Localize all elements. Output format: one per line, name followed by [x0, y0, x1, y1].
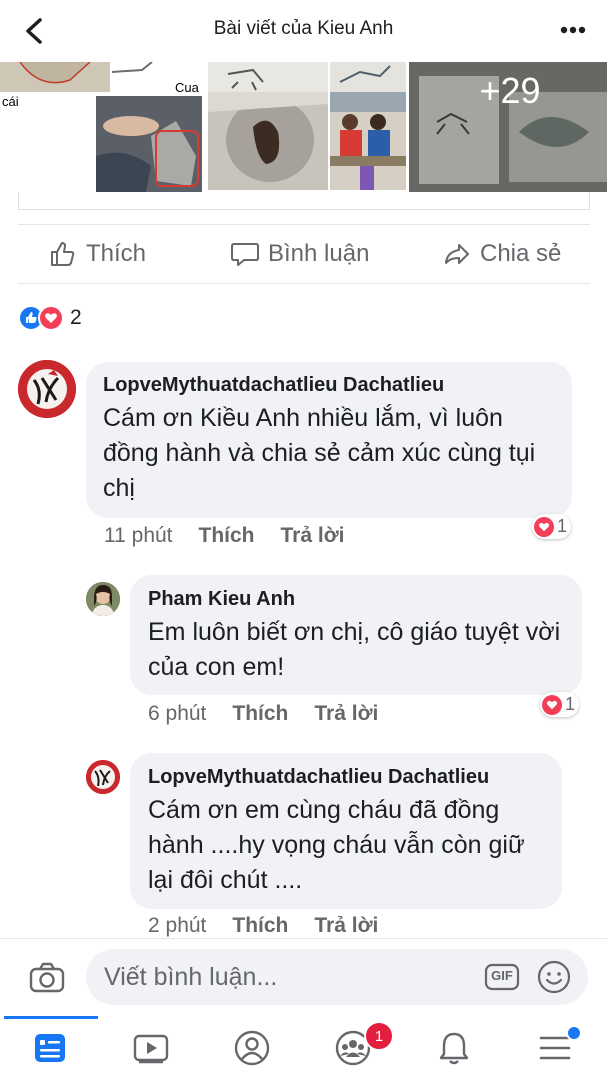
- reaction-count: 2: [70, 306, 82, 329]
- love-icon: [38, 305, 64, 331]
- camera-button[interactable]: [28, 959, 66, 997]
- comment-time: 2 phút: [148, 914, 207, 937]
- share-button[interactable]: Chia sẻ: [442, 225, 561, 283]
- comment-reply-button[interactable]: Trả lời: [314, 914, 378, 938]
- post-action-bar: Thích Bình luận Chia sẻ: [18, 224, 590, 284]
- bell-icon: [439, 1032, 469, 1065]
- comment-reaction-count: 1: [565, 694, 576, 714]
- love-icon: [534, 516, 554, 537]
- comment-author[interactable]: LopveMythuatdachatlieu Dachatlieu: [148, 766, 546, 789]
- sticker-button[interactable]: [536, 959, 572, 995]
- comment-author[interactable]: Pham Kieu Anh: [148, 588, 566, 611]
- bottom-tab-bar: [0, 1016, 607, 1080]
- gif-button[interactable]: GIF: [484, 963, 520, 991]
- gif-label: GIF: [491, 968, 513, 983]
- avatar[interactable]: [18, 360, 76, 418]
- news-feed-icon: [35, 1034, 65, 1062]
- top-bar: Bài viết của Kieu Anh: [0, 0, 607, 62]
- more-horizontal-icon: [560, 26, 586, 34]
- comment-reply-button[interactable]: Trả lời: [281, 524, 345, 548]
- notification-badge: 1: [364, 1021, 394, 1051]
- comment-reply-button[interactable]: Trả lời: [314, 702, 378, 726]
- comment-button[interactable]: Bình luận: [230, 225, 369, 283]
- comment-bubble-icon: [231, 243, 259, 266]
- post-photo[interactable]: [208, 62, 328, 92]
- thumbs-up-icon: [51, 242, 75, 266]
- post-photo[interactable]: [96, 96, 202, 192]
- post-photo[interactable]: [208, 92, 328, 190]
- comment-reaction-count: 1: [557, 516, 568, 536]
- comment-like-button[interactable]: Thích: [232, 914, 288, 938]
- photo-caption: Cua: [175, 80, 199, 95]
- comment-like-button[interactable]: Thích: [232, 702, 288, 726]
- like-label: Thích: [86, 240, 147, 267]
- post-photo[interactable]: [330, 62, 406, 92]
- like-button[interactable]: Thích: [48, 225, 146, 283]
- comment-meta: 2 phút Thích Trả lời: [148, 914, 404, 938]
- comment-meta: 6 phút Thích Trả lời: [148, 702, 404, 726]
- love-icon: [542, 694, 562, 715]
- tab-profile[interactable]: [202, 1016, 302, 1080]
- page-title: Bài viết của Kieu Anh: [213, 18, 394, 39]
- comment-reaction-badge[interactable]: 1: [540, 692, 580, 717]
- avatar[interactable]: [86, 760, 120, 794]
- share-arrow-icon: [445, 244, 469, 264]
- watch-icon: [133, 1034, 169, 1064]
- tab-watch[interactable]: [101, 1016, 201, 1080]
- tab-news-feed[interactable]: [0, 1016, 100, 1080]
- comment-author[interactable]: LopveMythuatdachatlieu Dachatlieu: [103, 374, 556, 397]
- comment-bubble[interactable]: LopveMythuatdachatlieu Dachatlieu Cám ơn…: [86, 362, 572, 518]
- comment-time: 6 phút: [148, 702, 207, 725]
- smiley-icon: [537, 960, 571, 994]
- tab-notifications[interactable]: [404, 1016, 504, 1080]
- photo-caption: cái: [2, 94, 19, 109]
- comment-composer: GIF: [0, 938, 607, 1017]
- comment-text: Cám ơn Kiều Anh nhiều lắm, vì luôn đồng …: [103, 404, 536, 502]
- post-photo[interactable]: [330, 92, 406, 190]
- more-options-button[interactable]: [556, 16, 592, 44]
- more-photos-count[interactable]: +29: [460, 70, 560, 112]
- profile-icon: [234, 1030, 270, 1066]
- camera-icon: [29, 962, 65, 993]
- comment-label: Bình luận: [268, 240, 370, 267]
- comment-bubble[interactable]: Pham Kieu Anh Em luôn biết ơn chị, cô gi…: [130, 575, 582, 695]
- reactions-summary[interactable]: 2: [18, 304, 82, 332]
- comment-reaction-badge[interactable]: 1: [532, 514, 572, 539]
- tab-menu[interactable]: [505, 1016, 605, 1080]
- comment-text: Cám ơn em cùng cháu đã đồng hành ....hy …: [148, 796, 525, 894]
- share-label: Chia sẻ: [480, 240, 562, 267]
- comment-like-button[interactable]: Thích: [199, 524, 255, 548]
- comment-bubble[interactable]: LopveMythuatdachatlieu Dachatlieu Cám ơn…: [130, 753, 562, 909]
- comment-meta: 11 phút Thích Trả lời: [104, 524, 370, 548]
- comment-text: Em luôn biết ơn chị, cô giáo tuyệt vời c…: [148, 618, 561, 681]
- comment-time: 11 phút: [104, 524, 173, 547]
- avatar[interactable]: [86, 582, 120, 616]
- post-photo[interactable]: [0, 62, 110, 92]
- menu-unread-dot: [566, 1025, 582, 1041]
